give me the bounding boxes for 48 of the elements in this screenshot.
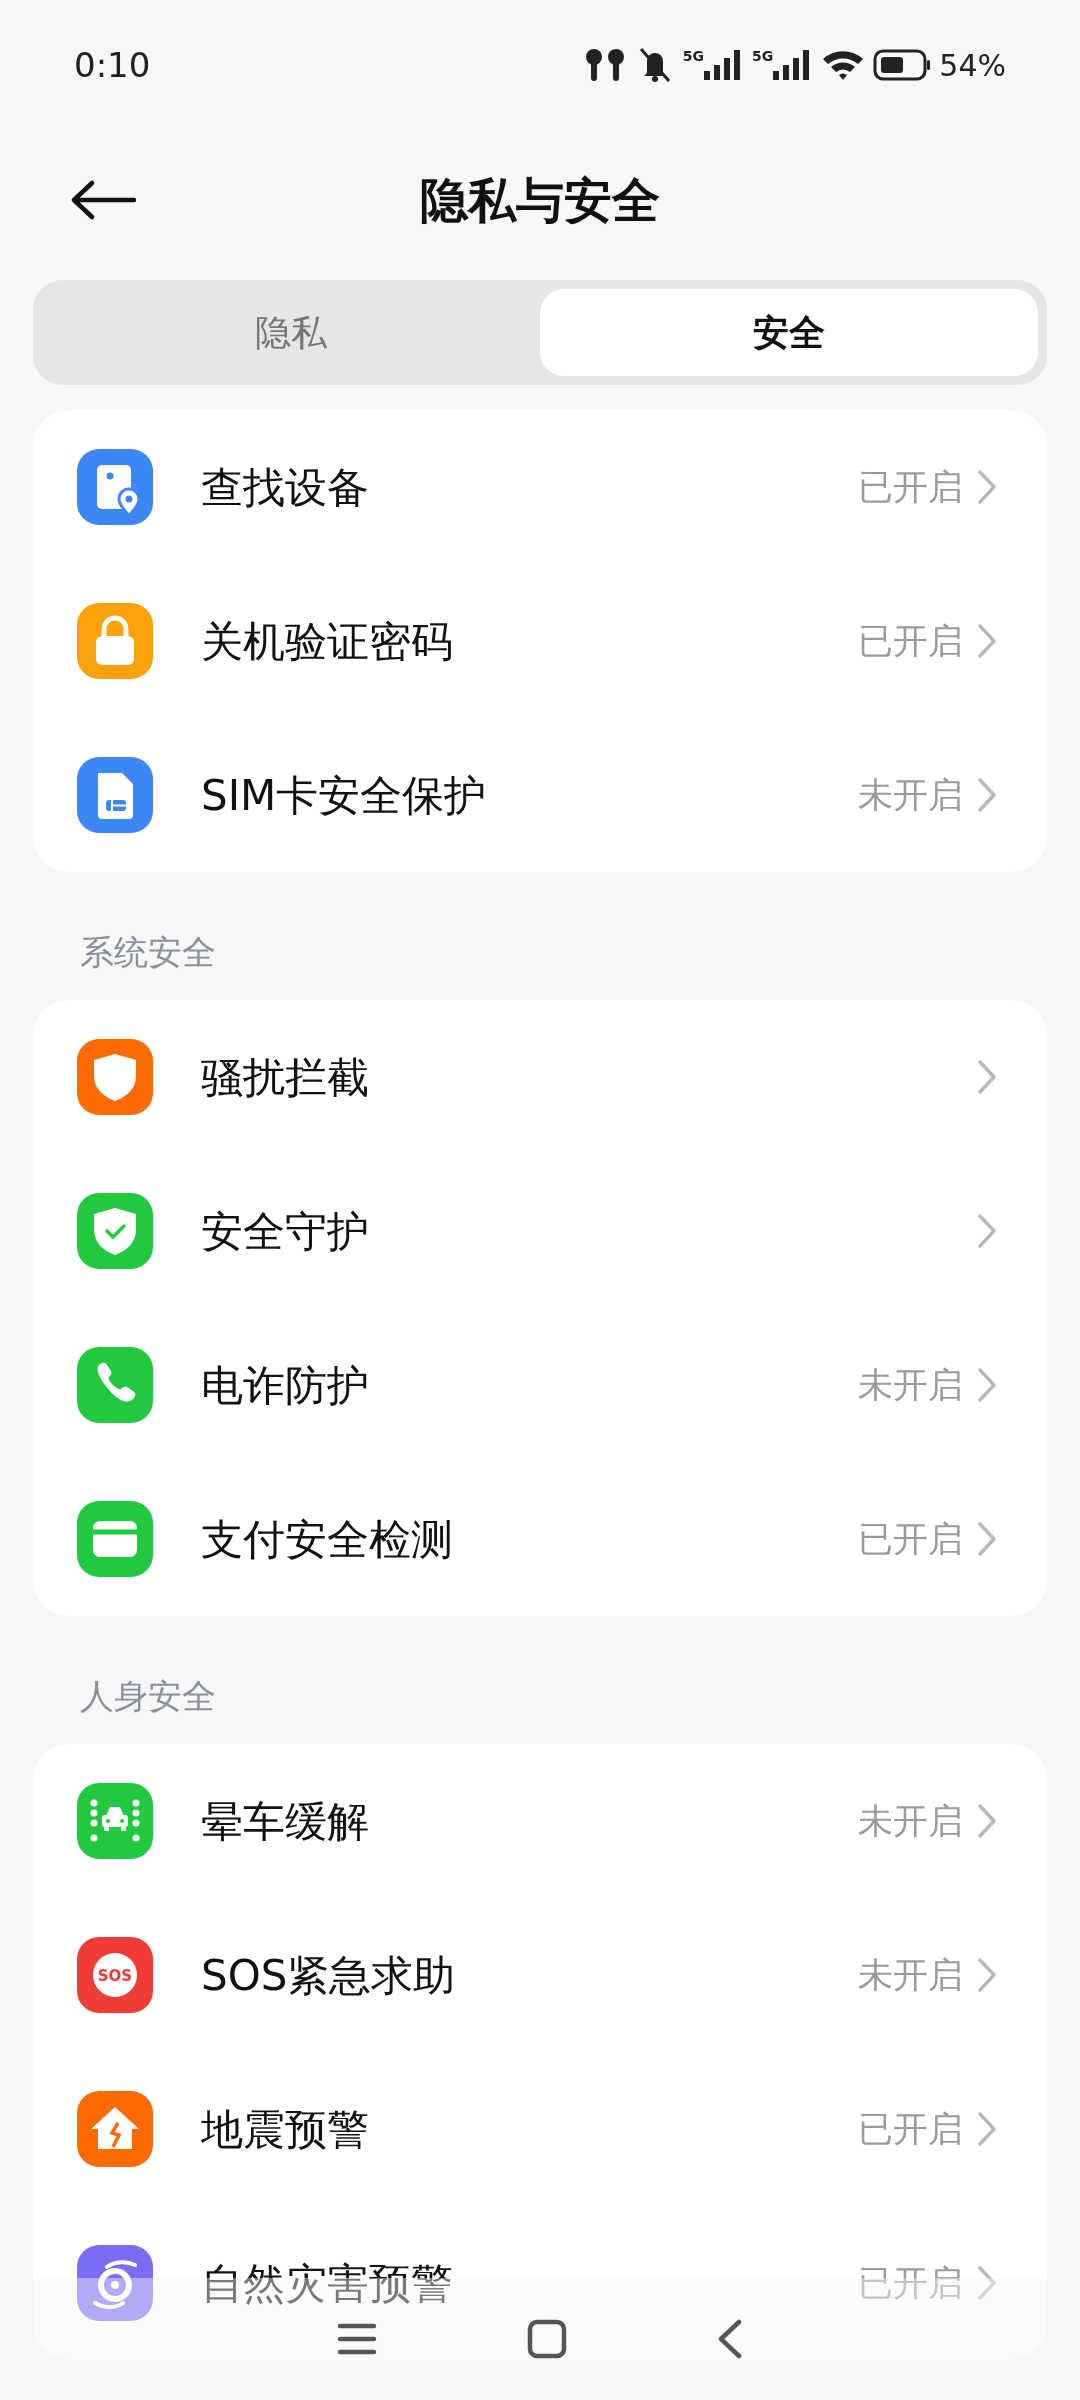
lock-icon [77, 603, 153, 679]
shield-check-icon [77, 1193, 153, 1269]
back-icon[interactable] [70, 180, 136, 220]
network-type: 5G [682, 49, 705, 63]
section-title: 系统安全 [80, 932, 216, 972]
chevron-icon [977, 1213, 997, 1249]
wifi-icon [821, 49, 866, 81]
page-title: 隐私与安全 [420, 172, 660, 228]
chevron-icon [977, 1803, 997, 1839]
battery-percent: 54% [939, 46, 1006, 85]
settings-row[interactable]: SIM卡安全保护 未开启 [33, 718, 1047, 872]
cracked-house-icon [77, 2091, 153, 2167]
settings-row[interactable]: 支付安全检测 已开启 [33, 1462, 1047, 1616]
menu-icon[interactable] [337, 2322, 377, 2356]
home-icon[interactable] [527, 2319, 567, 2359]
settings-row[interactable]: 晕车缓解 未开启 [33, 1744, 1047, 1898]
chevron-icon [977, 1957, 997, 1993]
battery-icon [873, 49, 932, 81]
chevron-icon [977, 777, 997, 813]
settings-row[interactable]: 地震预警 已开启 [33, 2052, 1047, 2206]
chevron-icon [977, 1059, 997, 1095]
chevron-icon [977, 623, 997, 659]
status-time: 0:10 [74, 43, 151, 87]
sos-icon: SOS [77, 1937, 153, 2013]
tab[interactable]: 安全 [540, 289, 1038, 376]
settings-row[interactable]: 安全守护 [33, 1154, 1047, 1308]
card-icon [77, 1501, 153, 1577]
storm-icon [77, 2245, 153, 2321]
car-icon [77, 1783, 153, 1859]
section-title: 人身安全 [80, 1676, 216, 1716]
chevron-icon [977, 1521, 997, 1557]
phone-icon [77, 1347, 153, 1423]
shield-icon [77, 1039, 153, 1115]
chevron-icon [977, 2111, 997, 2147]
settings-row[interactable]: 电诈防护 未开启 [33, 1308, 1047, 1462]
chevron-icon [977, 2265, 997, 2301]
settings-row[interactable]: 关机验证密码 已开启 [33, 564, 1047, 718]
chevron-icon [977, 469, 997, 505]
network-type: 5G [752, 49, 774, 63]
settings-row[interactable]: SOS SOS紧急求助 未开启 [33, 1898, 1047, 2052]
back-icon[interactable] [717, 2319, 743, 2359]
phone-location-icon [77, 449, 153, 525]
tab[interactable]: 隐私 [42, 289, 540, 376]
settings-row[interactable]: 自然灾害预警 已开启 [33, 2206, 1047, 2360]
sim-card-icon [77, 757, 153, 833]
settings-row[interactable]: 骚扰拦截 [33, 1000, 1047, 1154]
settings-row[interactable]: 查找设备 已开启 [33, 410, 1047, 564]
chevron-icon [977, 1367, 997, 1403]
